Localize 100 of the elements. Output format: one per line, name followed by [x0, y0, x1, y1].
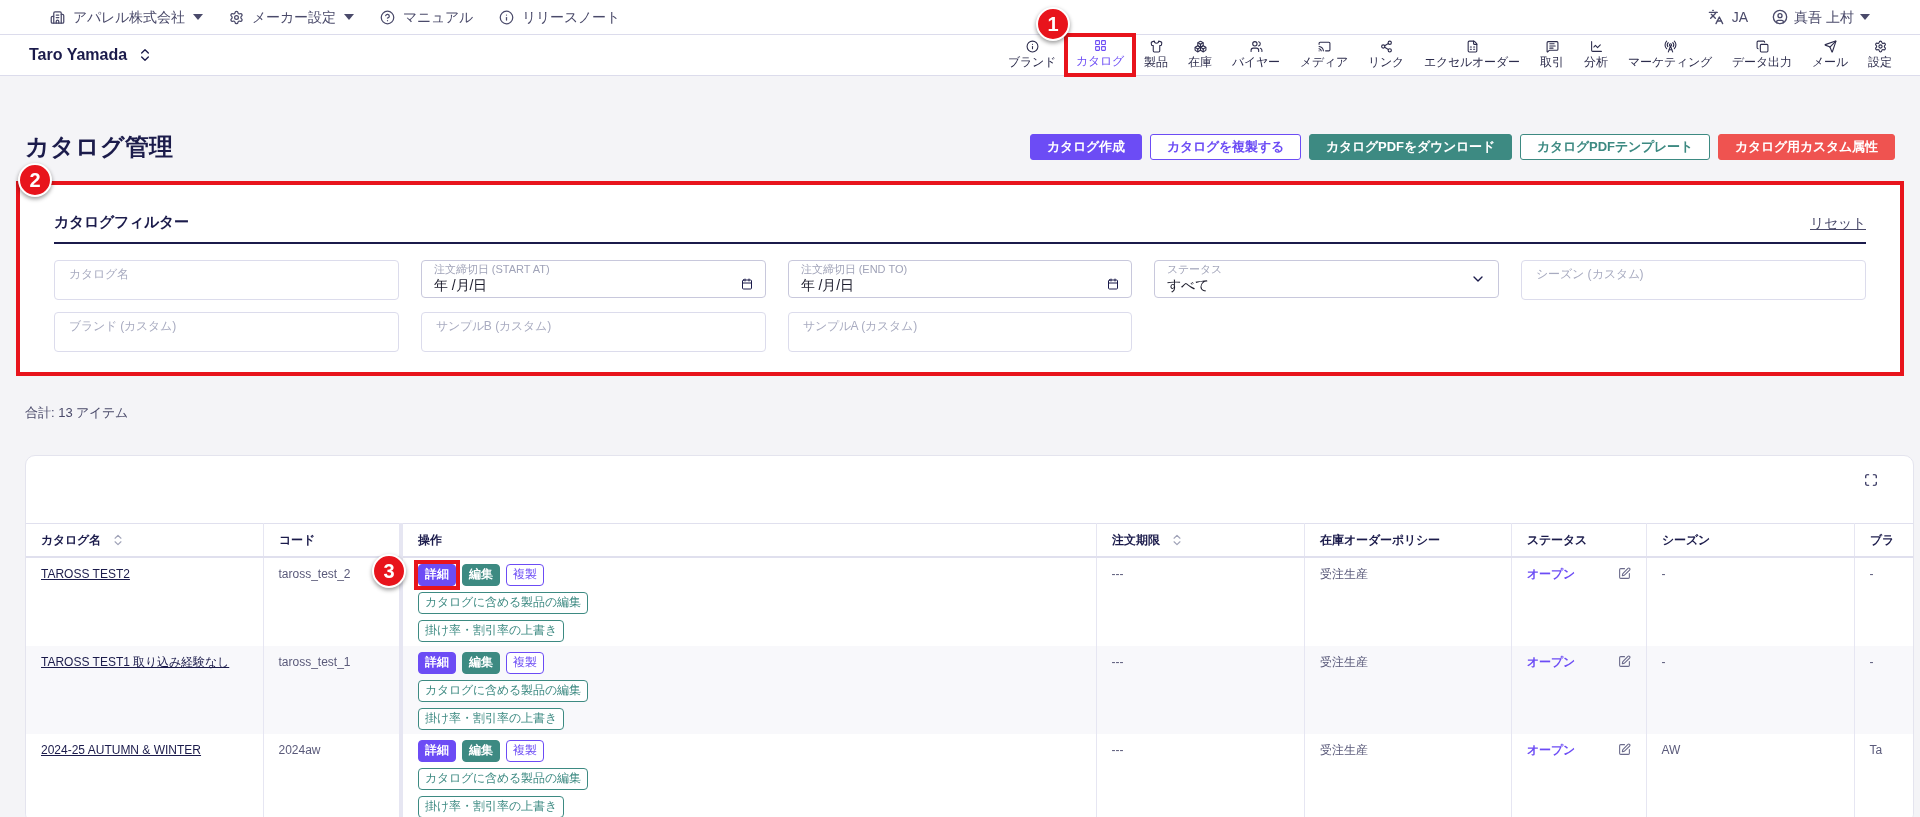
filter-title: カタログフィルター — [54, 212, 189, 232]
table-cell: AW — [1661, 742, 1681, 757]
catalog-link[interactable]: TAROSS TEST1 取り込み経験なし — [41, 654, 230, 669]
nav-tab[interactable]: メール — [1802, 35, 1858, 75]
top-menu-link[interactable]: マニュアル — [403, 6, 473, 28]
nav-icon — [1873, 39, 1887, 53]
nav-icon — [1589, 39, 1603, 53]
filter-field[interactable]: ブランド (カスタム) — [54, 311, 399, 352]
column-header: コード — [278, 531, 315, 549]
total-count: 合計: 13 アイテム — [25, 403, 130, 422]
status-text: オープン — [1526, 565, 1575, 583]
account-name[interactable]: Taro Yamada — [29, 43, 128, 67]
nav-tab[interactable]: 設定 — [1858, 35, 1902, 75]
action-button[interactable]: カタログPDFをダウンロード — [1309, 134, 1512, 160]
column-header: カタログ名 — [41, 531, 101, 549]
column-header: 操作 — [418, 531, 442, 549]
top-menu-link[interactable]: メーカー設定 — [252, 6, 336, 28]
nav-tab[interactable]: 在庫 — [1178, 35, 1222, 75]
column-header: ブラ — [1869, 531, 1894, 549]
language-button[interactable]: JA — [1731, 6, 1749, 28]
step-badge: 3 — [372, 553, 406, 588]
row-action-button[interactable]: カタログに含める製品の編集 — [418, 767, 588, 790]
edit-icon[interactable] — [1617, 655, 1631, 668]
calendar-icon[interactable] — [1107, 277, 1120, 290]
table-cell: 受注生産 — [1319, 566, 1368, 581]
row-action-button[interactable]: 掛け率・割引率の上書き — [418, 619, 564, 642]
fullscreen-icon[interactable] — [1864, 473, 1878, 487]
row-action-button[interactable]: 編集 — [462, 651, 500, 674]
gear-icon — [229, 9, 244, 25]
nav-icon — [1093, 38, 1107, 52]
row-action-button[interactable]: 掛け率・割引率の上書き — [418, 795, 564, 817]
column-header: シーズン — [1661, 531, 1710, 549]
edit-icon[interactable] — [1617, 567, 1631, 580]
filter-field[interactable]: サンプルA (カスタム) — [787, 311, 1133, 352]
table-cell: - — [1869, 566, 1874, 581]
user-icon — [1772, 9, 1789, 25]
nav-tab[interactable]: 分析 — [1574, 35, 1618, 75]
nav-icon — [1149, 39, 1163, 53]
caret-icon — [193, 14, 203, 20]
action-button[interactable]: カタログPDFテンプレート — [1520, 134, 1710, 160]
row-action-button[interactable]: カタログに含める製品の編集 — [418, 591, 588, 614]
language-icon — [1707, 9, 1724, 25]
nav-tab[interactable]: メディア — [1290, 35, 1358, 75]
nav-tab[interactable]: カタログ — [1066, 35, 1134, 75]
table-cell: --- — [1111, 566, 1124, 581]
status-text: オープン — [1526, 653, 1575, 671]
page-title: カタログ管理 — [25, 132, 173, 162]
row-action-button[interactable]: 詳細 — [418, 739, 456, 762]
row-action-button[interactable]: 詳細 — [418, 563, 456, 586]
nav-tab[interactable]: データ出力 — [1722, 35, 1802, 75]
table-cell: --- — [1111, 654, 1124, 669]
row-action-button[interactable]: カタログに含める製品の編集 — [418, 679, 588, 702]
filter-field[interactable]: カタログ名 — [54, 259, 399, 300]
action-button[interactable]: カタログを複製する — [1150, 134, 1301, 160]
column-header: ステータス — [1526, 531, 1587, 549]
row-action-button[interactable]: 複製 — [506, 651, 544, 674]
row-action-button[interactable]: 編集 — [462, 739, 500, 762]
date-field[interactable]: 注文締切日 (START AT) 年 /月/日 — [420, 259, 766, 298]
row-action-button[interactable]: 複製 — [506, 739, 544, 762]
top-menu-link[interactable]: アパレル株式会社 — [73, 6, 185, 28]
nav-icon — [1317, 39, 1331, 53]
filter-field[interactable]: シーズン (カスタム) — [1521, 259, 1866, 300]
table-cell: - — [1661, 654, 1666, 669]
calendar-icon[interactable] — [740, 277, 753, 290]
action-button[interactable]: カタログ作成 — [1030, 134, 1142, 160]
table-cell: taross_test_1 — [278, 654, 351, 669]
row-action-button[interactable]: 編集 — [462, 563, 500, 586]
date-field[interactable]: 注文締切日 (END TO) 年 /月/日 — [787, 259, 1133, 298]
edit-icon[interactable] — [1617, 743, 1631, 756]
row-action-button[interactable]: 複製 — [506, 563, 544, 586]
reset-link[interactable]: リセット — [1810, 212, 1866, 234]
nav-tab[interactable]: リンク — [1358, 35, 1414, 75]
table-cell: - — [1869, 654, 1874, 669]
nav-tab[interactable]: バイヤー — [1222, 35, 1290, 75]
table-cell: Ta — [1869, 742, 1883, 757]
row-action-button[interactable]: 掛け率・割引率の上書き — [418, 707, 564, 730]
nav-icon — [1755, 39, 1769, 53]
nav-icon — [1249, 39, 1263, 53]
nav-tab[interactable]: マーケティング — [1618, 35, 1722, 75]
nav-icon — [1025, 39, 1039, 53]
nav-icon — [1465, 39, 1479, 53]
catalog-link[interactable]: 2024-25 AUTUMN & WINTER — [41, 742, 202, 757]
nav-icon — [1379, 39, 1393, 53]
nav-icon — [1663, 39, 1677, 53]
nav-tab[interactable]: 取引 — [1530, 35, 1574, 75]
status-select[interactable]: ステータス すべて — [1154, 259, 1500, 298]
user-menu-button[interactable]: 真吾 上村 — [1794, 6, 1854, 28]
top-menu-link[interactable]: リリースノート — [522, 6, 620, 28]
nav-icon — [1545, 39, 1559, 53]
filter-field[interactable]: サンプルB (カスタム) — [420, 311, 766, 352]
nav-icon — [1823, 39, 1837, 53]
nav-tab[interactable]: エクセルオーダー — [1414, 35, 1530, 75]
nav-tab[interactable]: 製品 — [1134, 35, 1178, 75]
catalog-link[interactable]: TAROSS TEST2 — [41, 566, 130, 581]
column-header: 在庫オーダーポリシー — [1319, 531, 1440, 549]
table-cell: - — [1661, 566, 1666, 581]
row-action-button[interactable]: 詳細 — [418, 651, 456, 674]
nav-icon — [1193, 39, 1207, 53]
table-cell: 受注生産 — [1319, 742, 1368, 757]
table-cell: --- — [1111, 742, 1124, 757]
